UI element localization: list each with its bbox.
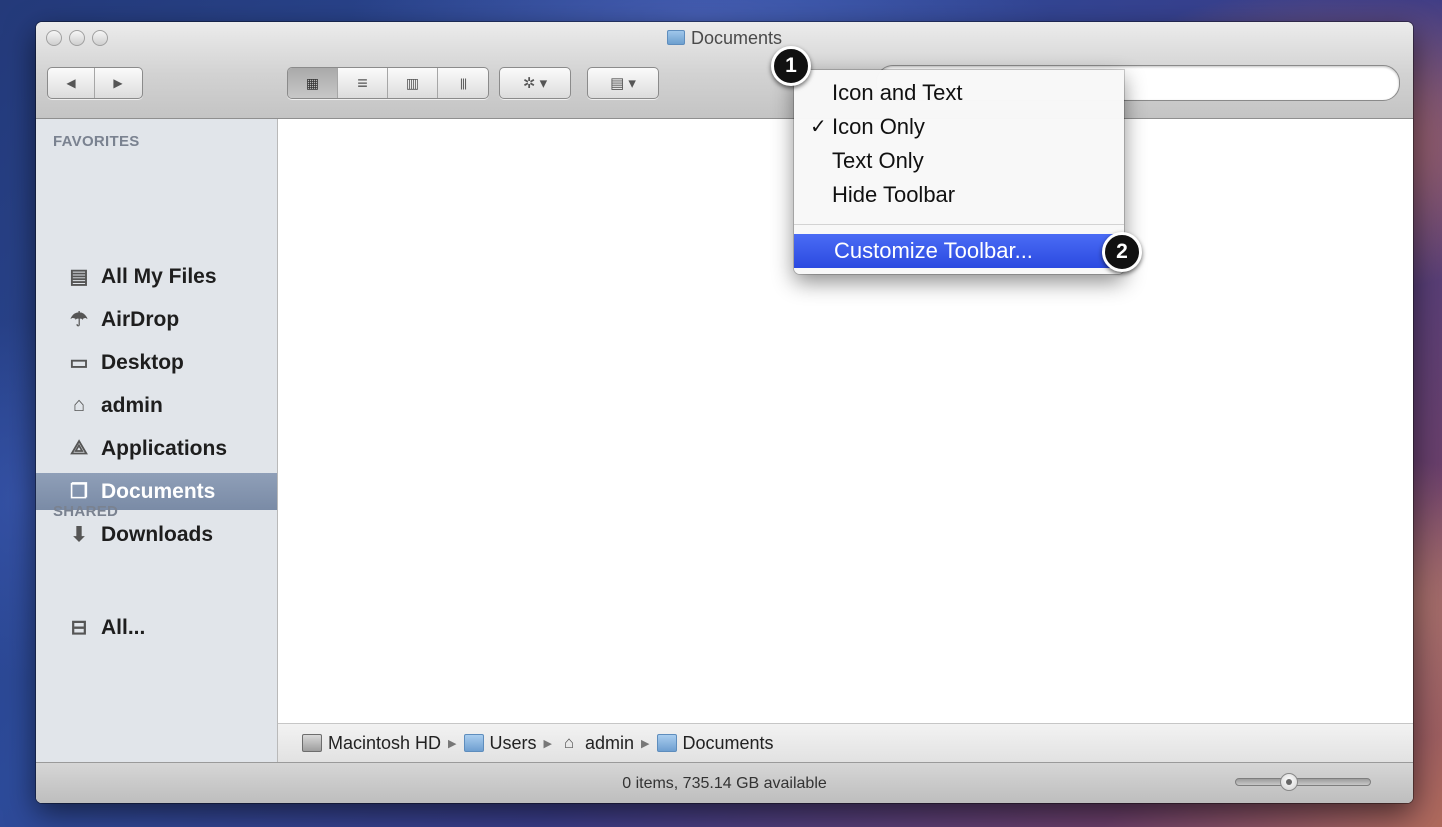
path-segment-macintosh-hd[interactable]: Macintosh HD	[302, 733, 441, 754]
menu-separator	[794, 224, 1124, 225]
all-my-files-icon: ▤	[69, 266, 89, 288]
home-icon: ⌂	[72, 394, 86, 416]
path-separator-icon: ▶	[448, 737, 457, 750]
sidebar-item-airdrop[interactable]: ☂ AirDrop	[36, 301, 277, 338]
sidebar-item-label: admin	[101, 393, 163, 417]
arrange-menu-button-wrap: ▤ ▾	[587, 67, 659, 99]
documents-icon: ❐	[70, 481, 88, 503]
sidebar-item-label: All My Files	[101, 264, 217, 288]
users-folder-icon	[463, 734, 484, 752]
sidebar-item-label: All...	[101, 615, 146, 639]
icon-view-button[interactable]: ▦	[288, 68, 338, 98]
sidebar-item-applications[interactable]: ⟁ Applications	[36, 430, 277, 467]
callout-badge-1: 1	[771, 46, 811, 86]
documents-folder-icon	[656, 734, 677, 752]
sidebar: FAVORITES ▤ All My Files ☂ AirDrop ▭ Des…	[36, 119, 278, 803]
icon-size-slider[interactable]	[1235, 773, 1371, 791]
sidebar-item-label: AirDrop	[101, 307, 180, 331]
path-segment-admin[interactable]: ⌂ admin	[559, 733, 634, 754]
list-view-button[interactable]: ≡	[338, 68, 388, 98]
sidebar-item-all-my-files[interactable]: ▤ All My Files	[36, 258, 277, 295]
title-bar: Documents ◀ ▶ ▦ ≡ ▥ ||| ✲ ▾ ▤ ▾	[36, 22, 1413, 119]
hard-drive-icon	[302, 734, 322, 752]
shared-heading: SHARED	[53, 503, 119, 520]
applications-icon: ⟁	[70, 437, 88, 459]
menu-item-icon-only[interactable]: ✓ Icon Only	[794, 110, 1124, 144]
action-gear-button[interactable]: ✲ ▾	[500, 68, 570, 98]
sidebar-item-label: Applications	[101, 436, 228, 460]
status-text: 0 items, 735.14 GB available	[622, 775, 827, 792]
forward-button[interactable]: ▶	[95, 68, 141, 98]
menu-item-icon-and-text[interactable]: Icon and Text	[794, 76, 1124, 110]
home-icon: ⌂	[563, 733, 575, 752]
sidebar-item-desktop[interactable]: ▭ Desktop	[36, 344, 277, 381]
folder-icon	[666, 30, 685, 45]
desktop-icon: ▭	[69, 352, 89, 374]
path-segment-users[interactable]: Users	[463, 733, 537, 754]
back-forward-control: ◀ ▶	[47, 67, 143, 99]
sidebar-item-label: Downloads	[101, 522, 214, 546]
arrange-button[interactable]: ▤ ▾	[588, 68, 658, 98]
sidebar-item-label: Documents	[101, 479, 216, 503]
sidebar-item-label: Desktop	[101, 350, 184, 374]
checkmark-icon: ✓	[810, 116, 827, 138]
airdrop-icon: ☂	[70, 309, 88, 331]
slider-knob[interactable]	[1280, 773, 1298, 791]
menu-item-customize-toolbar[interactable]: Customize Toolbar...	[794, 234, 1124, 268]
path-segment-documents[interactable]: Documents	[656, 733, 774, 754]
window-title-text: Documents	[690, 28, 783, 48]
action-menu-button-wrap: ✲ ▾	[499, 67, 571, 99]
column-view-button[interactable]: ▥	[388, 68, 438, 98]
path-bar: Macintosh HD ▶ Users ▶ ⌂ admin ▶ Documen…	[278, 723, 1413, 762]
sidebar-item-downloads[interactable]: ⬇ Downloads	[36, 516, 277, 553]
favorites-heading: FAVORITES	[53, 133, 140, 150]
window-title: Documents	[36, 28, 1413, 49]
downloads-icon: ⬇	[70, 524, 88, 546]
back-button[interactable]: ◀	[48, 68, 95, 98]
finder-window: Documents ◀ ▶ ▦ ≡ ▥ ||| ✲ ▾ ▤ ▾ FAVORITE…	[36, 22, 1413, 803]
menu-item-text-only[interactable]: Text Only	[794, 144, 1124, 178]
view-mode-control: ▦ ≡ ▥ |||	[287, 67, 489, 99]
network-icon: ⊟	[70, 617, 88, 639]
sidebar-item-all-shared[interactable]: ⊟ All...	[36, 609, 277, 646]
status-bar: 0 items, 735.14 GB available	[36, 762, 1413, 803]
menu-item-hide-toolbar[interactable]: Hide Toolbar	[794, 178, 1124, 212]
sidebar-item-admin[interactable]: ⌂ admin	[36, 387, 277, 424]
path-separator-icon: ▶	[543, 737, 552, 750]
toolbar-context-menu: Icon and Text ✓ Icon Only Text Only Hide…	[794, 70, 1124, 274]
path-separator-icon: ▶	[641, 737, 650, 750]
coverflow-view-button[interactable]: |||	[438, 68, 488, 98]
callout-badge-2: 2	[1102, 232, 1142, 272]
